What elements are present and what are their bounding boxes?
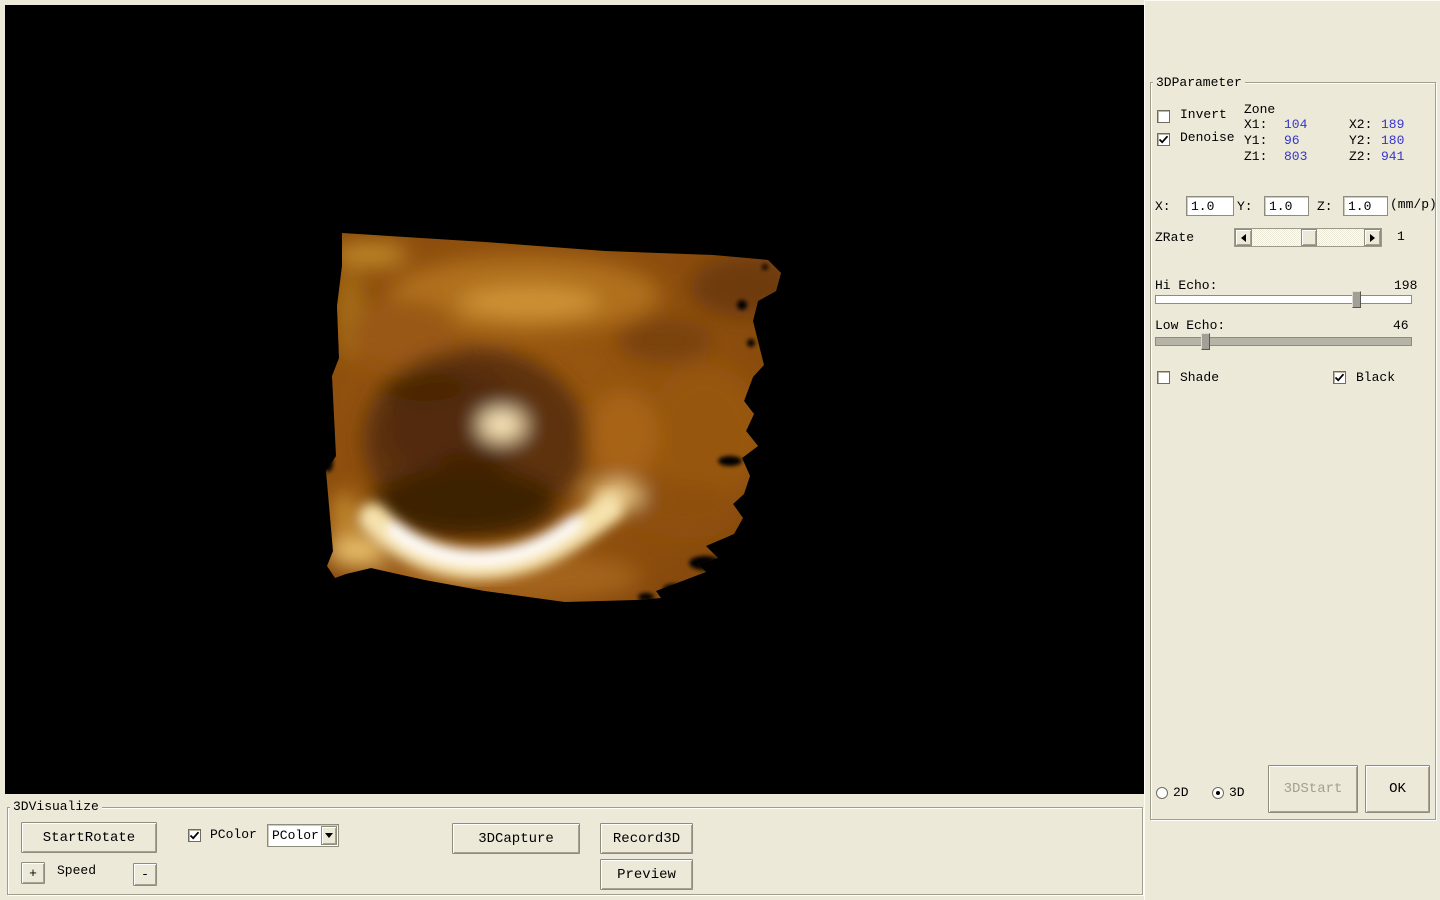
hi-echo-slider-track[interactable] — [1155, 295, 1412, 304]
low-echo-slider-track[interactable] — [1155, 337, 1412, 346]
ok-button[interactable]: OK — [1365, 765, 1430, 813]
arrow-left-icon — [1237, 234, 1246, 242]
record3d-button[interactable]: Record3D — [600, 823, 693, 854]
preview-button[interactable]: Preview — [600, 859, 693, 890]
x-scale-input[interactable] — [1186, 196, 1234, 216]
parameter-groupbox — [1150, 82, 1436, 820]
render-viewport[interactable] — [5, 5, 1144, 794]
speed-minus-button[interactable]: - — [133, 863, 157, 886]
arrow-right-icon — [1370, 234, 1379, 242]
zone-y1-label: Y1: — [1244, 134, 1267, 148]
pcolor-dropdown-button[interactable] — [321, 826, 337, 845]
low-echo-value: 46 — [1393, 319, 1409, 333]
zone-y2-label: Y2: — [1349, 134, 1372, 148]
pcolor-label: PColor — [210, 828, 257, 842]
zrate-scrollbar[interactable] — [1234, 228, 1382, 247]
shade-label: Shade — [1180, 371, 1219, 385]
mode-3d-radio[interactable] — [1212, 787, 1224, 799]
hi-echo-label: Hi Echo: — [1155, 279, 1217, 293]
voxel-unit-label: (mm/p) — [1390, 198, 1437, 212]
zrate-left-arrow[interactable] — [1235, 229, 1252, 246]
ultrasound-render — [5, 5, 1144, 794]
x-scale-label: X: — [1155, 200, 1171, 214]
parameter-group-title: 3DParameter — [1153, 76, 1245, 90]
zone-title: Zone — [1244, 103, 1275, 117]
zone-x2-label: X2: — [1349, 118, 1372, 132]
app-window: 3DParameter Invert Denoise Zone X1: 104 … — [0, 0, 1440, 900]
z-scale-label: Z: — [1317, 200, 1333, 214]
denoise-checkbox[interactable] — [1157, 133, 1170, 146]
hi-echo-value: 198 — [1394, 279, 1417, 293]
y-scale-input[interactable] — [1264, 196, 1309, 216]
mode-2d-radio[interactable] — [1156, 787, 1168, 799]
black-label: Black — [1356, 371, 1395, 385]
zone-x1-value: 104 — [1284, 118, 1307, 132]
speed-plus-button[interactable]: + — [21, 862, 45, 884]
zone-x1-label: X1: — [1244, 118, 1267, 132]
invert-label: Invert — [1180, 108, 1227, 122]
check-icon — [1334, 372, 1345, 383]
mode-2d-label: 2D — [1173, 786, 1189, 800]
zone-z1-value: 803 — [1284, 150, 1307, 164]
zone-z2-value: 941 — [1381, 150, 1404, 164]
zrate-right-arrow[interactable] — [1364, 229, 1381, 246]
low-echo-slider-thumb[interactable] — [1201, 333, 1210, 350]
low-echo-label: Low Echo: — [1155, 319, 1225, 333]
zrate-thumb[interactable] — [1301, 229, 1317, 246]
pcolor-checkbox[interactable] — [188, 829, 201, 842]
check-icon — [189, 830, 200, 841]
speed-label: Speed — [57, 864, 96, 878]
start-rotate-button[interactable]: StartRotate — [21, 822, 157, 853]
zrate-label: ZRate — [1155, 231, 1194, 245]
zone-y1-value: 96 — [1284, 134, 1300, 148]
z-scale-input[interactable] — [1343, 196, 1388, 216]
chevron-down-icon — [325, 833, 333, 842]
pcolor-dropdown-value: PColor — [272, 828, 319, 843]
radio-dot-icon — [1216, 791, 1220, 795]
visualize-group-title: 3DVisualize — [10, 800, 102, 814]
mode-3d-label: 3D — [1229, 786, 1245, 800]
black-checkbox[interactable] — [1333, 371, 1346, 384]
zone-x2-value: 189 — [1381, 118, 1404, 132]
zone-z1-label: Z1: — [1244, 150, 1267, 164]
invert-checkbox[interactable] — [1157, 110, 1170, 123]
denoise-label: Denoise — [1180, 131, 1235, 145]
capture3d-button[interactable]: 3DCapture — [452, 823, 580, 854]
y-scale-label: Y: — [1237, 200, 1253, 214]
pcolor-dropdown[interactable]: PColor — [267, 824, 339, 847]
parameter-panel: 3DParameter Invert Denoise Zone X1: 104 … — [1144, 0, 1440, 900]
zone-y2-value: 180 — [1381, 134, 1404, 148]
check-icon — [1158, 134, 1169, 145]
start3d-button: 3DStart — [1268, 765, 1358, 813]
zone-z2-label: Z2: — [1349, 150, 1372, 164]
hi-echo-slider-thumb[interactable] — [1352, 291, 1361, 308]
zrate-value: 1 — [1397, 230, 1405, 244]
shade-checkbox[interactable] — [1157, 371, 1170, 384]
